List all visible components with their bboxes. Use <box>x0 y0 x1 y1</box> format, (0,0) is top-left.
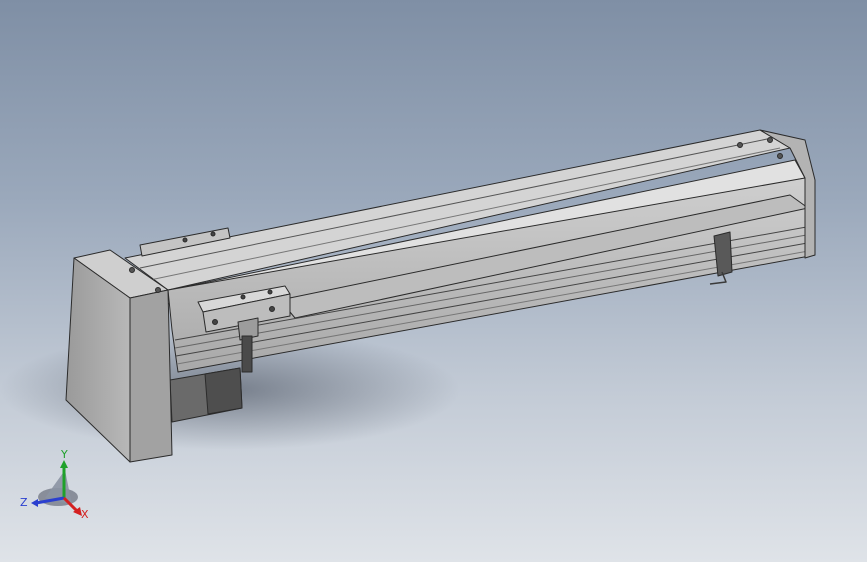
triad-z-label: Z <box>20 496 28 509</box>
triad-x-label: X <box>81 508 89 521</box>
graphics-viewport[interactable]: Y Z X <box>0 0 867 562</box>
near-end-cap-front <box>129 289 173 463</box>
sensor-near <box>241 335 253 373</box>
near-cap-hole-2 <box>155 287 161 293</box>
carriage-hole-1 <box>212 319 218 325</box>
carriage-hole-2 <box>240 294 246 300</box>
motor-housing-front <box>204 367 243 415</box>
coordinate-triad: Y Z X <box>20 448 89 521</box>
end-cap-hole-1 <box>737 142 743 148</box>
end-cap-hole-3 <box>777 153 783 159</box>
near-cap-hole-1 <box>129 267 135 273</box>
end-cap-hole-2 <box>767 137 773 143</box>
triad-z-arrow-icon <box>31 499 38 507</box>
rear-bracket-hole-2 <box>210 231 216 237</box>
carriage-hole-4 <box>269 306 275 312</box>
rear-bracket-hole-1 <box>182 237 188 243</box>
carriage-hole-3 <box>267 289 273 295</box>
cad-model-view[interactable]: Y Z X <box>0 0 867 562</box>
triad-y-label: Y <box>60 448 68 461</box>
triad-y-arrow-icon <box>60 460 68 468</box>
